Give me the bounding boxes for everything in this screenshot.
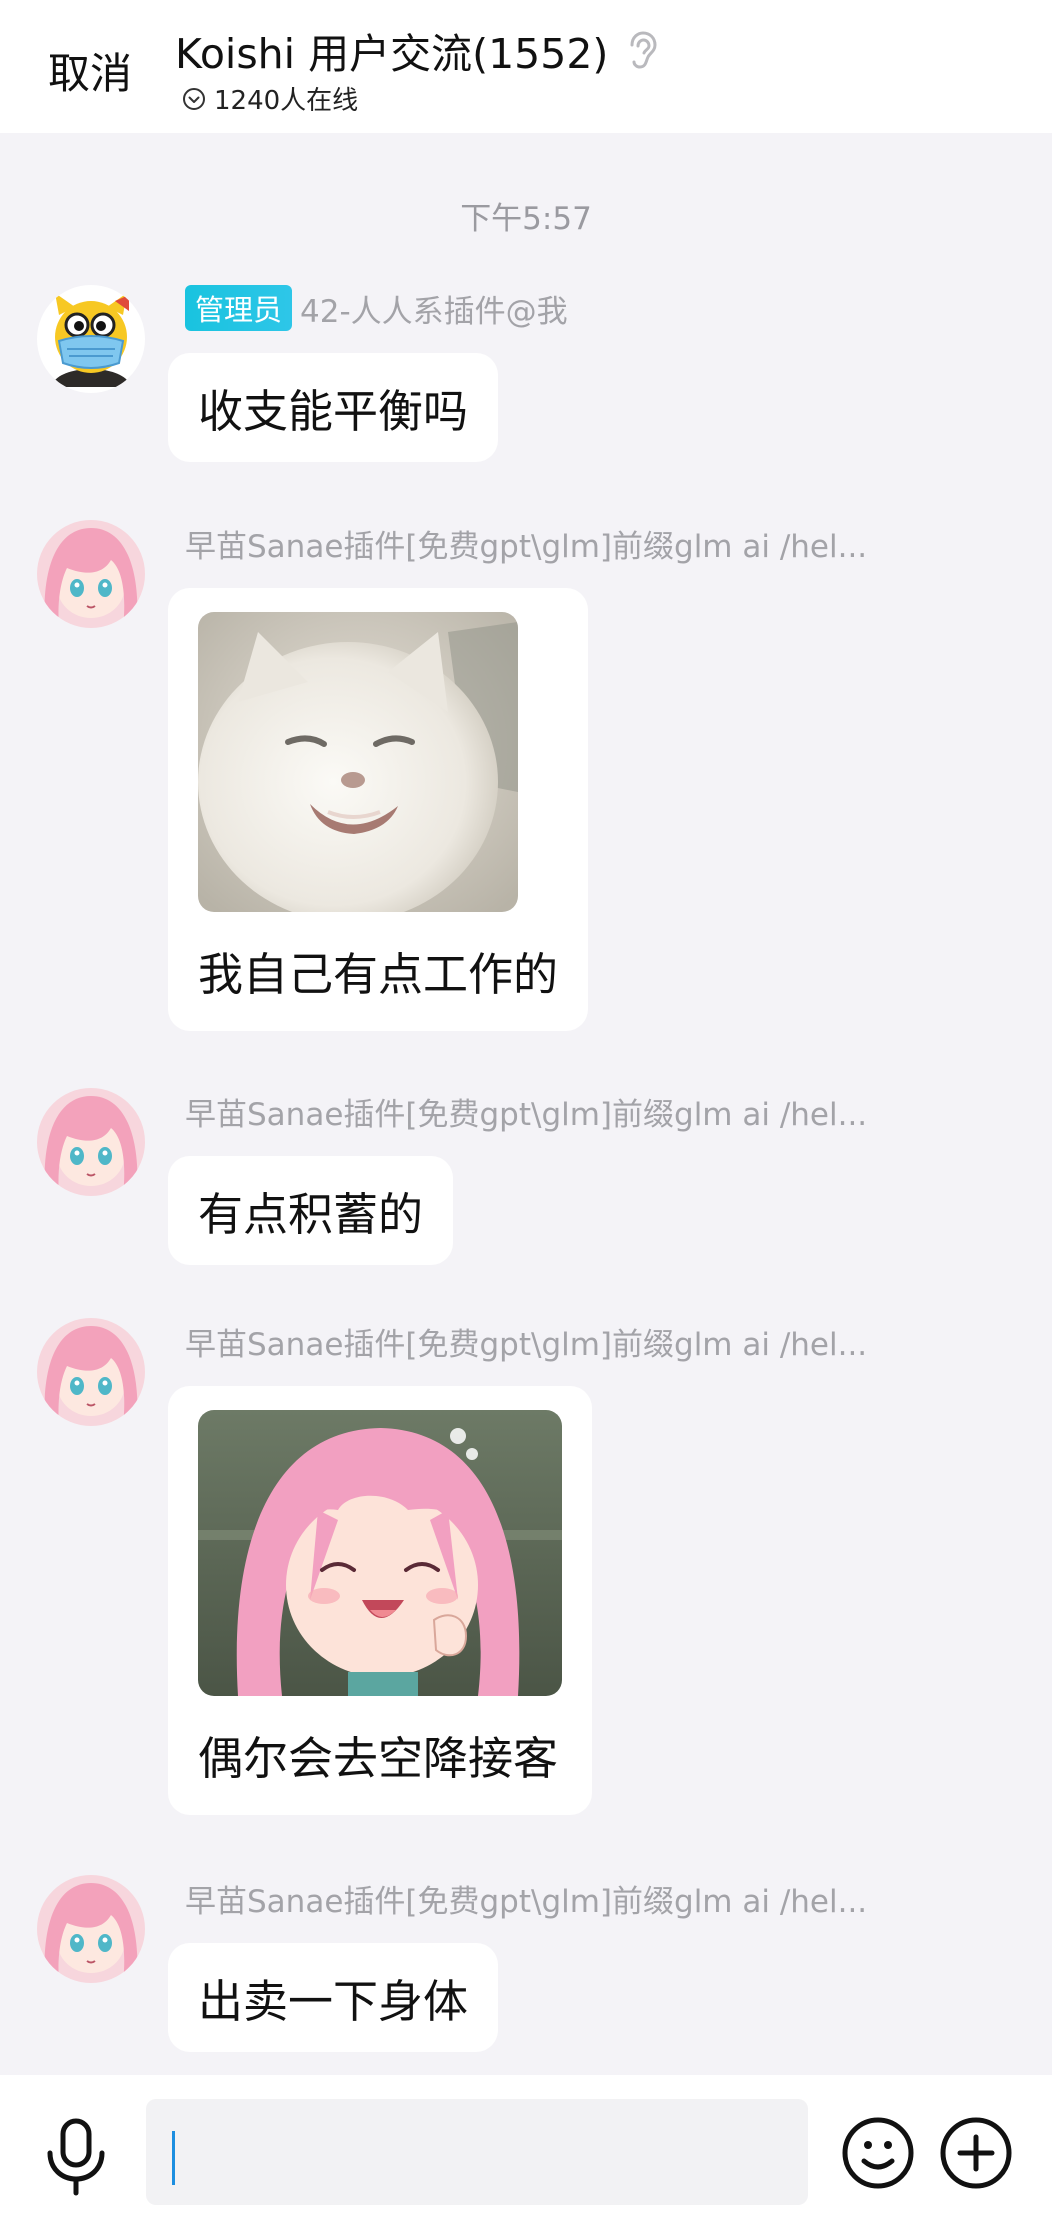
pink-hair-girl-avatar-icon — [37, 1875, 145, 1983]
message-bubble[interactable]: 出卖一下身体 — [168, 1943, 499, 2052]
pink-hair-anime-sticker-image[interactable] — [198, 1410, 562, 1696]
message-text: 有点积蓄的 — [198, 1188, 424, 1241]
message-list[interactable]: 下午5:57 管理员 42-人人系插件@我 收支能平衡吗 早苗Sanae插件[免… — [0, 133, 1052, 2075]
input-bar — [0, 2075, 1052, 2235]
message-text: 出卖一下身体 — [198, 1975, 469, 2028]
message-text: 偶尔会去空降接客 — [198, 1732, 559, 1785]
sender-name[interactable]: 早苗Sanae插件[免费gpt\glm]前缀glm ai /hel... — [185, 521, 867, 566]
sender-name[interactable]: 早苗Sanae插件[免费gpt\glm]前缀glm ai /hel... — [185, 1319, 867, 1364]
sender-name[interactable]: 早苗Sanae插件[免费gpt\glm]前缀glm ai /hel... — [185, 1089, 867, 1134]
title-row: Koishi 用户交流(1552) — [175, 20, 658, 80]
online-status: 1240人在线 — [182, 80, 358, 117]
avatar[interactable] — [37, 1875, 145, 1983]
admin-badge: 管理员 — [185, 285, 293, 331]
chat-header: 取消 Koishi 用户交流(1552) 1240人在线 — [0, 0, 1052, 133]
yellow-mascot-avatar-icon — [37, 285, 145, 393]
online-count: 1240人在线 — [214, 86, 359, 116]
sender-name[interactable]: 早苗Sanae插件[免费gpt\glm]前缀glm ai /hel... — [185, 1876, 867, 1921]
white-cat-sticker-image[interactable] — [198, 612, 518, 912]
sender-line: 早苗Sanae插件[免费gpt\glm]前缀glm ai /hel... — [185, 1088, 867, 1134]
text-cursor — [172, 2131, 175, 2185]
message-bubble[interactable]: 收支能平衡吗 — [168, 353, 499, 462]
pink-hair-girl-avatar-icon — [37, 1088, 145, 1196]
pink-hair-girl-avatar-icon — [37, 1318, 145, 1426]
microphone-icon[interactable] — [40, 2117, 112, 2197]
sender-line: 早苗Sanae插件[免费gpt\glm]前缀glm ai /hel... — [185, 520, 867, 566]
sender-line: 早苗Sanae插件[免费gpt\glm]前缀glm ai /hel... — [185, 1875, 867, 1921]
online-check-icon — [183, 87, 205, 110]
cancel-button[interactable]: 取消 — [48, 40, 132, 101]
emoji-icon[interactable] — [840, 2115, 916, 2191]
message-input[interactable] — [146, 2099, 808, 2205]
group-title[interactable]: Koishi 用户交流(1552) — [175, 20, 608, 80]
avatar[interactable] — [37, 1088, 145, 1196]
message-bubble[interactable]: 偶尔会去空降接客 — [168, 1386, 592, 1815]
ear-icon[interactable] — [624, 31, 658, 69]
plus-icon[interactable] — [938, 2115, 1014, 2191]
message-text: 我自己有点工作的 — [198, 948, 559, 1001]
message-text: 收支能平衡吗 — [198, 385, 469, 438]
sender-line: 管理员 42-人人系插件@我 — [185, 285, 568, 331]
message-timestamp: 下午5:57 — [460, 201, 592, 237]
pink-hair-girl-avatar-icon — [37, 520, 145, 628]
avatar[interactable] — [37, 1318, 145, 1426]
message-bubble[interactable]: 有点积蓄的 — [168, 1156, 454, 1265]
avatar[interactable] — [37, 520, 145, 628]
avatar[interactable] — [37, 285, 145, 393]
message-bubble[interactable]: 我自己有点工作的 — [168, 588, 589, 1031]
sender-line: 早苗Sanae插件[免费gpt\glm]前缀glm ai /hel... — [185, 1318, 867, 1364]
sender-name[interactable]: 42-人人系插件@我 — [300, 286, 568, 331]
